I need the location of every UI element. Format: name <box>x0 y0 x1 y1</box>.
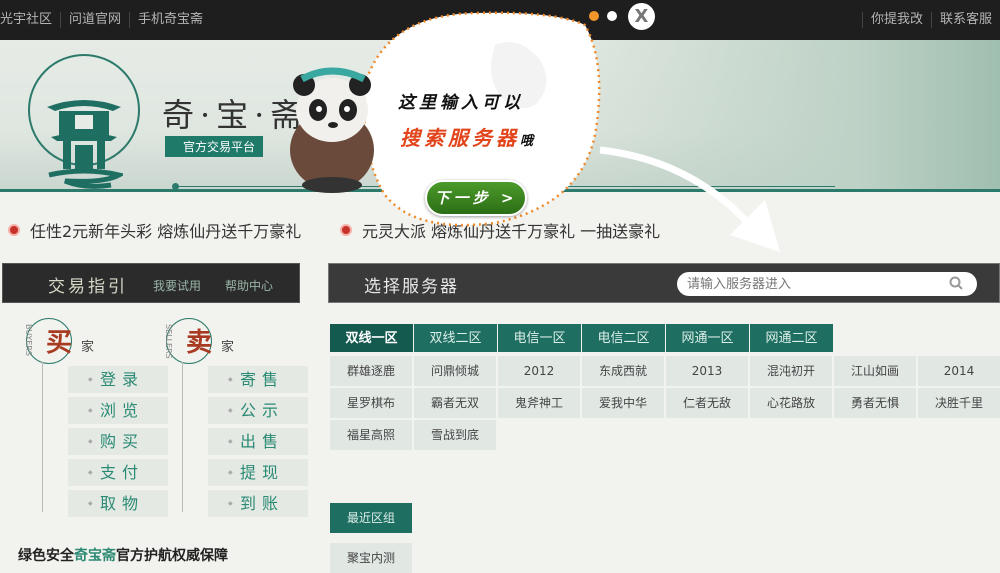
buyer-step-buy[interactable]: 购买 <box>68 428 168 455</box>
buyer-divider <box>42 362 43 512</box>
link-guangyu-community[interactable]: 光宇社区 <box>0 12 60 28</box>
buyer-vertical-label: BUYERS <box>24 324 33 356</box>
tab-wangtong-1[interactable]: 网通一区 <box>666 324 749 352</box>
seller-char: 卖 <box>186 328 213 358</box>
search-icon[interactable] <box>949 276 963 290</box>
bullet-icon <box>8 224 20 236</box>
tab-shuangxian-2[interactable]: 双线二区 <box>414 324 497 352</box>
trade-guide-title: 交易指引 <box>48 277 128 297</box>
server-item[interactable]: 爱我中华 <box>582 388 664 418</box>
link-help-center[interactable]: 帮助中心 <box>225 277 273 294</box>
safety-prefix: 绿色安全 <box>18 548 74 564</box>
server-select-header: 选择服务器 <box>328 263 1000 303</box>
server-item[interactable]: 2012 <box>498 356 580 386</box>
seller-step-receive[interactable]: 到账 <box>208 490 308 517</box>
announcement-text: 任性2元新年头彩 熔炼仙丹送千万豪礼 <box>30 222 302 241</box>
seller-vertical-label: SELLERS <box>164 324 173 359</box>
tour-tip-line-2: 搜索服务器哦 <box>400 122 533 151</box>
link-wendao-official[interactable]: 问道官网 <box>60 12 129 28</box>
seller-step-withdraw[interactable]: 提现 <box>208 459 308 486</box>
server-list: 群雄逐鹿 问鼎倾城 2012 东成西就 2013 混沌初开 江山如画 2014 … <box>330 356 1000 450</box>
seller-step-consign[interactable]: 寄售 <box>208 366 308 393</box>
tab-shuangxian-1[interactable]: 双线一区 <box>330 324 413 352</box>
trade-guide-bar: 交易指引 我要试用 帮助中心 <box>2 263 300 303</box>
server-item[interactable]: 雪战到底 <box>414 420 496 450</box>
tab-wangtong-2[interactable]: 网通二区 <box>750 324 833 352</box>
server-item[interactable]: 群雄逐鹿 <box>330 356 412 386</box>
server-search-input[interactable] <box>677 272 977 296</box>
tour-tip-suffix: 哦 <box>520 134 534 149</box>
tab-dianxin-1[interactable]: 电信一区 <box>498 324 581 352</box>
seller-divider <box>182 362 183 512</box>
buyer-char: 买 <box>46 328 73 358</box>
seller-heading: SELLERS 卖 家 <box>164 318 296 366</box>
seller-steps: SELLERS 卖 家 寄售 公示 出售 提现 到账 <box>164 318 308 521</box>
buyer-step-retrieve[interactable]: 取物 <box>68 490 168 517</box>
server-item[interactable]: 2014 <box>918 356 1000 386</box>
seller-label: 家 <box>221 340 235 355</box>
tab-dianxin-2[interactable]: 电信二区 <box>582 324 665 352</box>
pagoda-logo-icon <box>47 100 123 189</box>
server-item[interactable]: 2013 <box>666 356 748 386</box>
server-select-title: 选择服务器 <box>364 277 459 297</box>
tour-tip-line-1: 这里输入可以 <box>398 93 524 113</box>
buyer-steps: BUYERS 买 家 登录 浏览 购买 支付 取物 <box>24 318 168 521</box>
server-item[interactable]: 心花路放 <box>750 388 832 418</box>
server-item[interactable]: 混沌初开 <box>750 356 832 386</box>
seller-step-sell[interactable]: 出售 <box>208 428 308 455</box>
link-contact-service[interactable]: 联系客服 <box>930 12 1000 28</box>
tour-step-indicator <box>589 11 625 21</box>
buyer-label: 家 <box>81 340 95 355</box>
buyer-step-browse[interactable]: 浏览 <box>68 397 168 424</box>
tour-arrow-icon <box>599 146 780 252</box>
server-item[interactable]: 福星高照 <box>330 420 412 450</box>
safety-brand: 奇宝斋 <box>74 548 116 564</box>
link-try-it[interactable]: 我要试用 <box>153 277 201 294</box>
panda-mascot-icon <box>290 67 374 193</box>
server-item[interactable]: 决胜千里 <box>918 388 1000 418</box>
step-dot[interactable] <box>607 11 617 21</box>
server-item[interactable]: 问鼎倾城 <box>414 356 496 386</box>
buyer-step-pay[interactable]: 支付 <box>68 459 168 486</box>
server-item[interactable]: 霸者无双 <box>414 388 496 418</box>
announcement-1[interactable]: 任性2元新年头彩 熔炼仙丹送千万豪礼 <box>8 218 301 242</box>
server-item[interactable]: 勇者无惧 <box>834 388 916 418</box>
server-region-tabs: 双线一区 双线二区 电信一区 电信二区 网通一区 网通二区 <box>330 324 834 352</box>
top-nav-left: 光宇社区 问道官网 手机奇宝斋 <box>0 12 211 28</box>
link-mobile-qibaozhai[interactable]: 手机奇宝斋 <box>129 12 211 28</box>
server-item[interactable]: 星罗棋布 <box>330 388 412 418</box>
logo-subtitle: 官方交易平台 <box>165 136 264 157</box>
tour-next-button[interactable]: 下一步 > <box>425 180 527 216</box>
tour-close-button[interactable]: X <box>628 3 655 30</box>
server-item[interactable]: 鬼斧神工 <box>498 388 580 418</box>
buyer-heading: BUYERS 买 家 <box>24 318 156 366</box>
tour-tip-highlight: 搜索服务器 <box>400 126 520 150</box>
top-nav-right: 你提我改 联系客服 <box>861 12 1000 28</box>
safety-suffix: 官方护航权威保障 <box>116 548 228 564</box>
server-item[interactable]: 仁者无敌 <box>666 388 748 418</box>
recent-server-item[interactable]: 聚宝内测 <box>330 543 412 573</box>
tab-recent-servers[interactable]: 最近区组 <box>330 503 412 533</box>
step-dot-active[interactable] <box>589 11 599 21</box>
server-item[interactable]: 江山如画 <box>834 356 916 386</box>
link-feedback[interactable]: 你提我改 <box>861 12 931 28</box>
server-item[interactable]: 东成西就 <box>582 356 664 386</box>
seller-step-publicize[interactable]: 公示 <box>208 397 308 424</box>
buyer-step-login[interactable]: 登录 <box>68 366 168 393</box>
safety-slogan: 绿色安全奇宝斋官方护航权威保障 <box>18 545 228 565</box>
